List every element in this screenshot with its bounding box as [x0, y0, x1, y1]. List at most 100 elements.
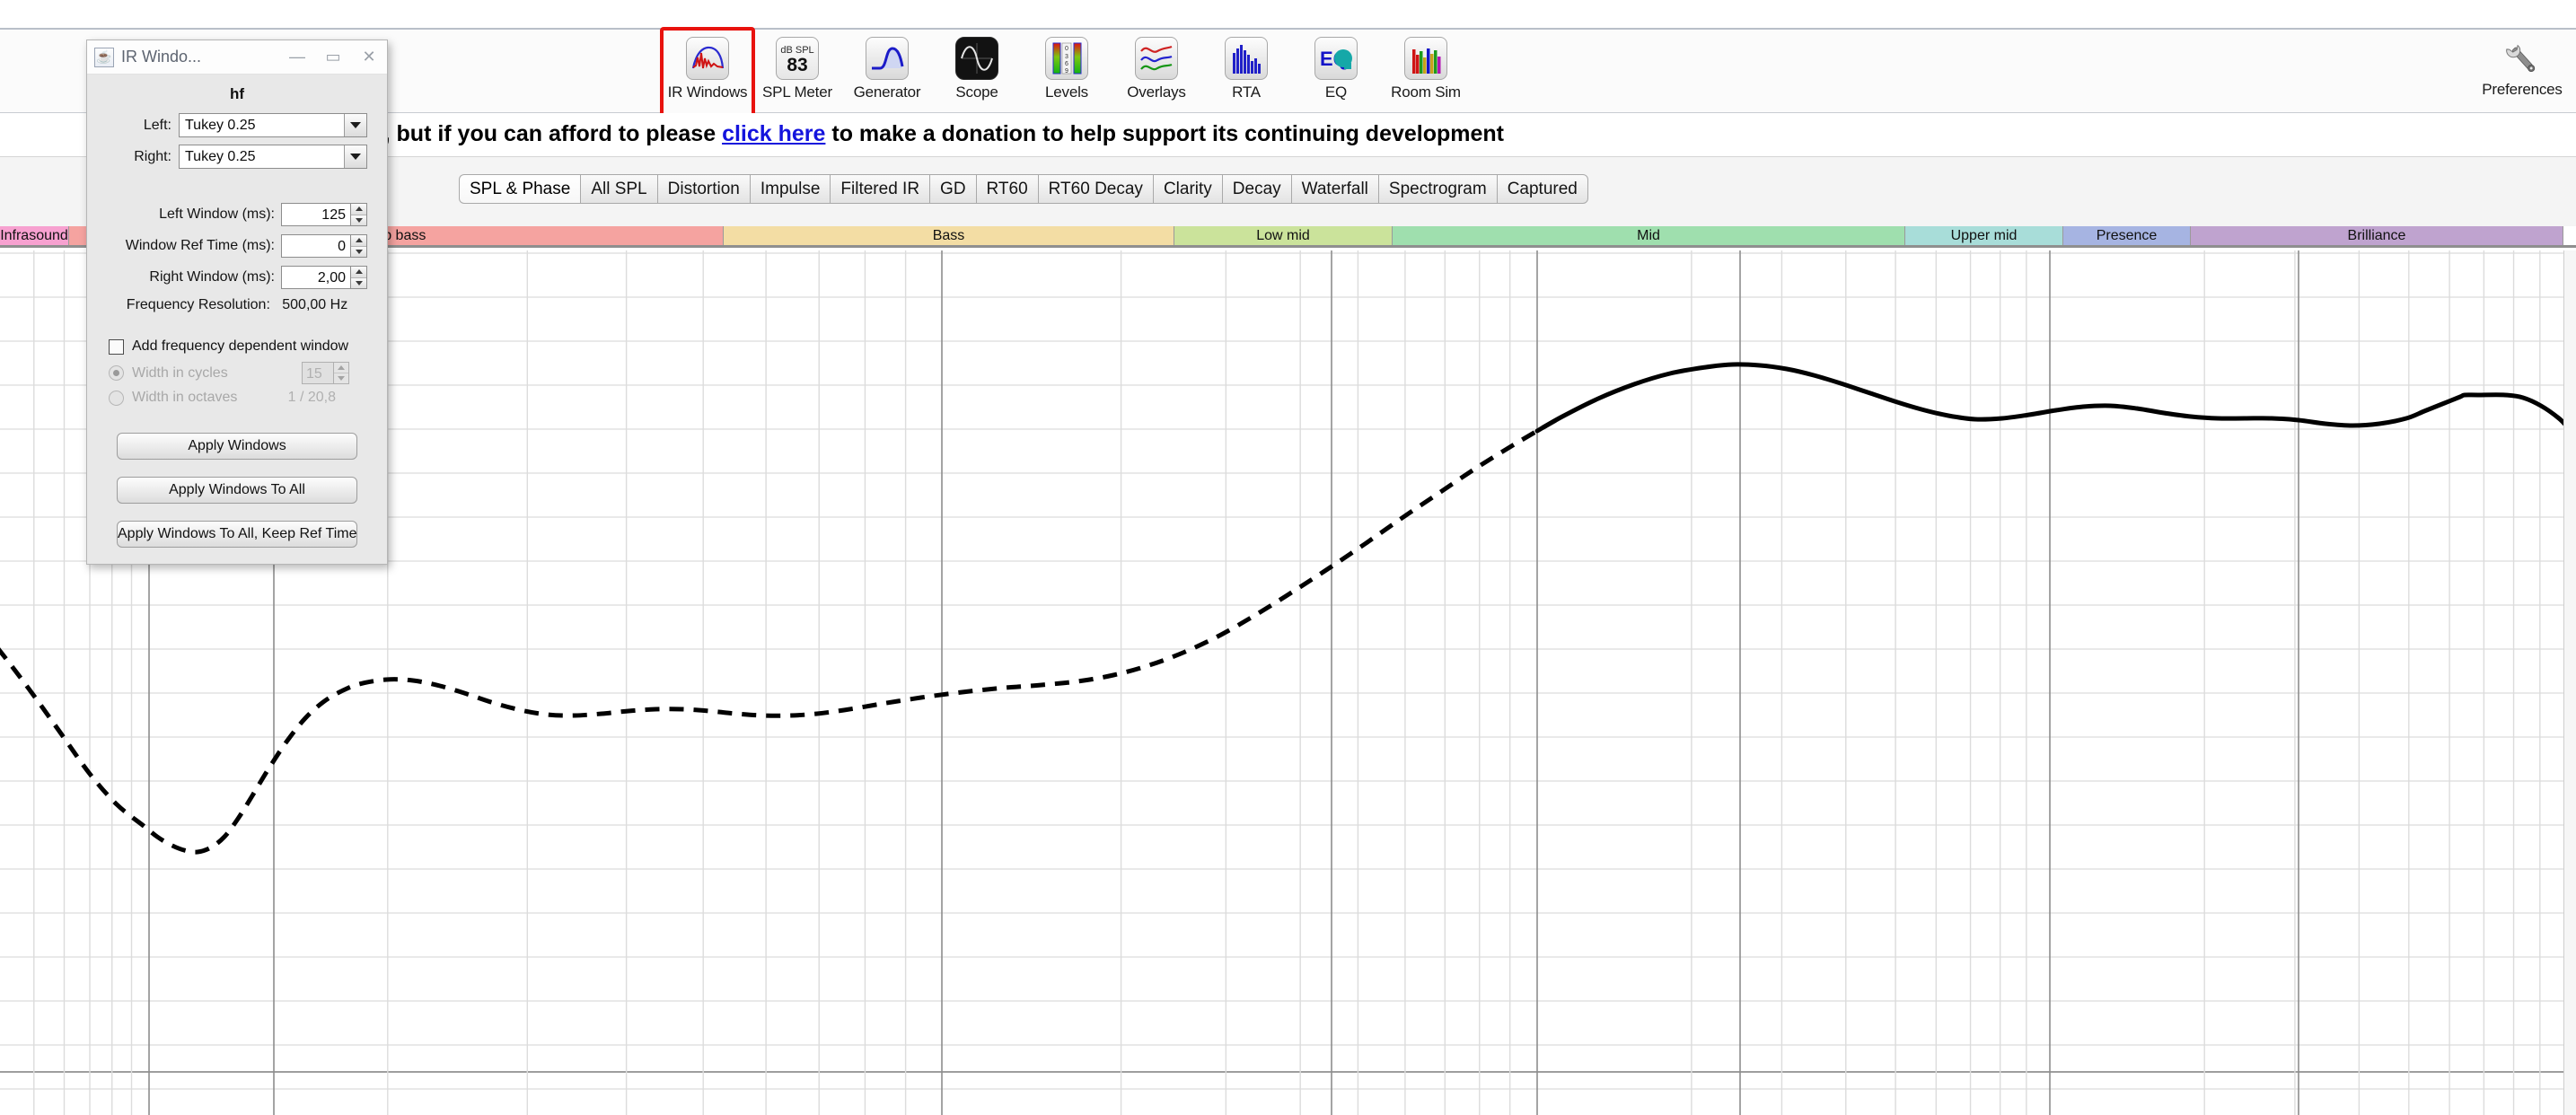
tab-clarity[interactable]: Clarity [1152, 174, 1222, 204]
stepper-down[interactable] [351, 214, 366, 225]
donation-link[interactable]: click here [722, 121, 825, 146]
rta-icon [1224, 36, 1269, 81]
maximize-button[interactable]: ▭ [315, 41, 351, 74]
ir-windows-dialog[interactable]: ☕ IR Windo... — ▭ ✕ hf Left: Tukey 0.25 … [86, 40, 388, 565]
svg-text:6: 6 [1065, 61, 1068, 67]
svg-text:3: 3 [1065, 54, 1068, 60]
toolbar-button-preferences[interactable]: Preferences [2468, 30, 2576, 99]
java-coffee-icon: ☕ [94, 47, 114, 67]
tab-spl-phase[interactable]: SPL & Phase [459, 174, 581, 204]
band-infrasound: Infrasound [0, 226, 69, 245]
add-fdw-checkbox[interactable] [109, 338, 124, 355]
toolbar-label: Scope [955, 83, 998, 101]
right-window-select[interactable]: Tukey 0.25 [179, 145, 367, 169]
close-icon[interactable]: ✕ [351, 41, 387, 74]
band-low-mid: Low mid [1174, 226, 1393, 245]
band-label: Brilliance [2347, 227, 2406, 243]
dialog-title-bar[interactable]: ☕ IR Windo... — ▭ ✕ [87, 40, 387, 75]
toolbar-button-spl-meter[interactable]: dB SPL 83 SPL Meter [752, 30, 842, 101]
band-filler [2563, 226, 2576, 245]
toolbar-label: Levels [1045, 83, 1088, 101]
toolbar-button-rta[interactable]: RTA [1201, 30, 1291, 101]
window-ref-time-row: Window Ref Time (ms): 0 [87, 234, 387, 258]
width-in-octaves-label: Width in octaves [132, 390, 238, 405]
band-label: Presence [2096, 227, 2158, 243]
tab-impulse[interactable]: Impulse [749, 174, 831, 204]
window-ref-time-label: Window Ref Time (ms): [125, 238, 275, 253]
wrench-icon [2501, 39, 2543, 78]
band-upper-mid: Upper mid [1905, 226, 2063, 245]
tab-filtered-ir[interactable]: Filtered IR [830, 174, 930, 204]
tab-waterfall[interactable]: Waterfall [1290, 174, 1378, 204]
window-ref-time-stepper[interactable] [351, 234, 367, 258]
tab-rt60-decay[interactable]: RT60 Decay [1037, 174, 1153, 204]
toolbar-label: SPL Meter [762, 83, 832, 101]
left-window-type-row: Left: Tukey 0.25 [87, 113, 387, 137]
preferences-label: Preferences [2482, 81, 2563, 98]
width-in-cycles-radio[interactable] [109, 365, 124, 381]
frequency-resolution-row: Frequency Resolution: 500,00 Hz [87, 297, 387, 313]
band-label: Bass [932, 227, 965, 243]
tab-all-spl[interactable]: All SPL [580, 174, 657, 204]
scope-icon [954, 36, 999, 81]
right-label: Right: [134, 148, 171, 164]
window-ref-time-input[interactable]: 0 [281, 234, 351, 258]
toolbar-items: IR Windows dB SPL 83 SPL Meter Generator… [660, 27, 1471, 122]
tab-decay[interactable]: Decay [1221, 174, 1291, 204]
toolbar-button-scope[interactable]: Scope [932, 30, 1022, 101]
toolbar-label: Overlays [1127, 83, 1186, 101]
spl-meter-icon: dB SPL 83 [775, 36, 820, 81]
banner-suffix: to make a donation to help support its c… [825, 121, 1505, 146]
apply-windows-button[interactable]: Apply Windows [117, 433, 357, 460]
width-in-octaves-radio[interactable] [109, 390, 124, 406]
donation-banner-text: re, but if you can afford to please clic… [363, 121, 1504, 147]
add-fdw-row[interactable]: Add frequency dependent window [87, 338, 387, 355]
frequency-resolution-value: 500,00 Hz [282, 297, 348, 312]
stepper-up[interactable] [351, 204, 366, 215]
toolbar-label: IR Windows [667, 83, 748, 101]
tab-gd[interactable]: GD [929, 174, 976, 204]
width-in-octaves-row[interactable]: Width in octaves 1 / 20,8 [87, 390, 387, 406]
toolbar-button-generator[interactable]: Generator [842, 30, 932, 101]
toolbar-button-room-sim[interactable]: Room Sim [1381, 30, 1471, 101]
right-window-ms-stepper[interactable] [351, 266, 367, 289]
apply-windows-to-all-button[interactable]: Apply Windows To All [117, 477, 357, 504]
band-label: Mid [1637, 227, 1660, 243]
right-window-ms-input[interactable]: 2,00 [281, 266, 351, 289]
width-in-octaves-value: 1 / 20,8 [287, 390, 336, 405]
tab-distortion[interactable]: Distortion [656, 174, 750, 204]
toolbar-button-ir-windows[interactable]: IR Windows [660, 27, 755, 122]
band-brilliance: Brilliance [2191, 226, 2563, 245]
left-window-ms-stepper[interactable] [351, 203, 367, 226]
minimize-button[interactable]: — [279, 41, 315, 74]
stepper-up[interactable] [351, 235, 366, 246]
svg-text:9: 9 [1065, 68, 1068, 75]
window-buttons: — ▭ ✕ [279, 41, 387, 74]
chevron-down-icon[interactable] [344, 114, 366, 136]
overlays-icon [1134, 36, 1179, 81]
left-window-ms-input[interactable]: 125 [281, 203, 351, 226]
left-label: Left: [143, 117, 171, 133]
stepper-up[interactable] [351, 267, 366, 277]
spl-badge-value: 83 [787, 54, 808, 75]
graph-right-gutter[interactable] [2563, 250, 2576, 1115]
spl-badge-unit: dB SPL [780, 44, 814, 56]
band-presence: Presence [2063, 226, 2191, 245]
stepper-down[interactable] [351, 245, 366, 257]
levels-icon: 0 3 6 9 [1044, 36, 1089, 81]
tab-spectrogram[interactable]: Spectrogram [1377, 174, 1497, 204]
right-window-ms-label: Right Window (ms): [149, 269, 275, 285]
apply-windows-keep-ref-button[interactable]: Apply Windows To All, Keep Ref Time [117, 521, 357, 548]
dialog-body: hf Left: Tukey 0.25 Right: Tukey 0.25 Le… [87, 75, 387, 564]
stepper-down [334, 373, 348, 383]
stepper-down[interactable] [351, 277, 366, 288]
chevron-down-icon[interactable] [344, 145, 366, 168]
tab-captured[interactable]: Captured [1496, 174, 1588, 204]
left-window-select[interactable]: Tukey 0.25 [179, 113, 367, 137]
toolbar-button-overlays[interactable]: Overlays [1112, 30, 1201, 101]
toolbar-button-levels[interactable]: 0 3 6 9 Levels [1022, 30, 1112, 101]
width-in-cycles-row[interactable]: Width in cycles 15 [87, 362, 387, 384]
left-window-value: Tukey 0.25 [185, 117, 256, 133]
tab-rt60[interactable]: RT60 [975, 174, 1038, 204]
toolbar-button-eq[interactable]: EQ EQ [1291, 30, 1381, 101]
